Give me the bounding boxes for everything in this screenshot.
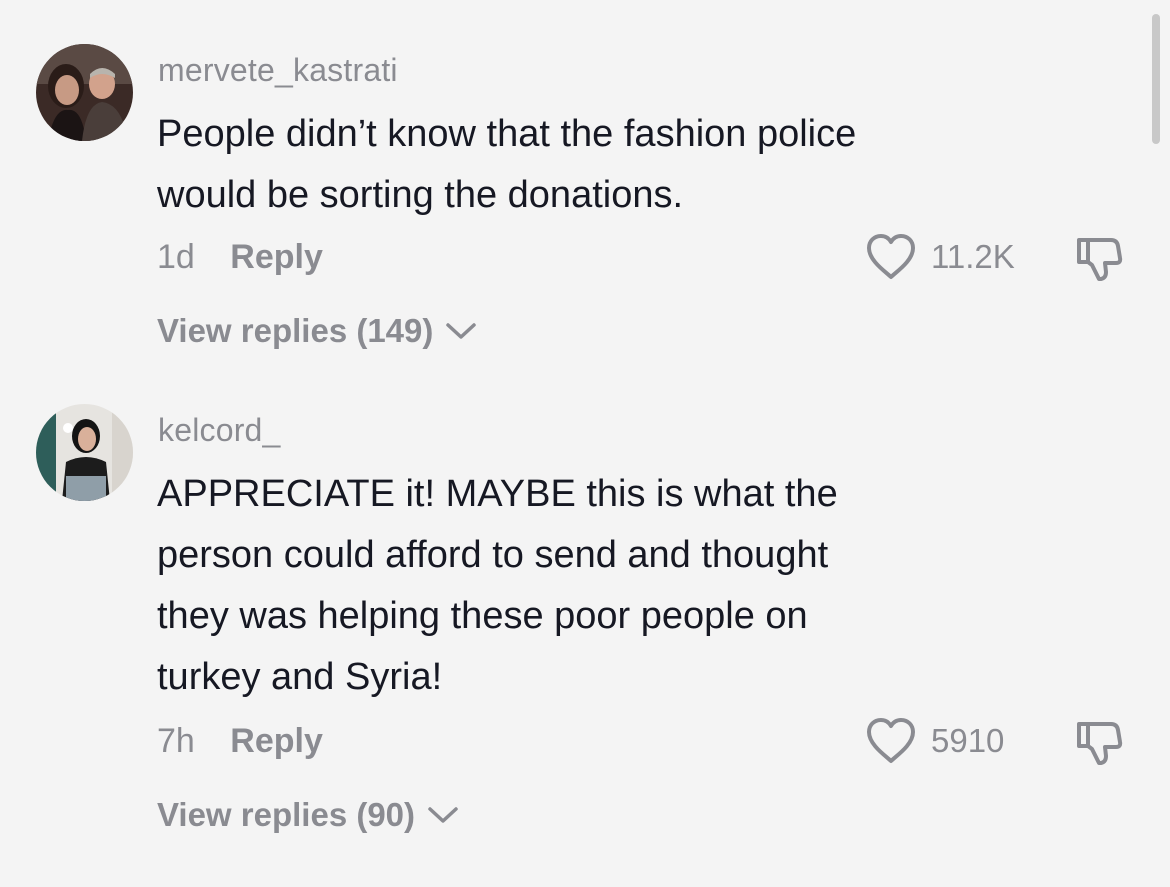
chevron-down-icon xyxy=(428,807,458,823)
chevron-down-icon xyxy=(446,323,477,339)
thumbs-down-outline-icon xyxy=(1077,238,1123,281)
dislike-button[interactable] xyxy=(1073,716,1125,768)
comment-text: APPRECIATE it! MAYBE this is what the pe… xyxy=(157,464,1017,708)
comment-meta: 7h Reply xyxy=(157,722,323,761)
avatar[interactable] xyxy=(36,44,133,141)
like-count: 5910 xyxy=(931,722,1005,759)
like-button[interactable]: 11.2K xyxy=(864,232,1015,282)
like-button[interactable]: 5910 xyxy=(864,716,1004,766)
avatar-photo xyxy=(36,44,133,141)
comment-text-line: would be sorting the donations. xyxy=(157,174,684,216)
view-replies-label: View replies (149) xyxy=(157,312,434,349)
thumbs-down-outline-icon xyxy=(1077,722,1123,765)
comment-age: 7h xyxy=(157,722,195,760)
heart-outline-icon xyxy=(867,234,915,279)
comment-text-line: they was helping these poor people on xyxy=(157,595,808,637)
comment-list: mervete_kastrati People didn’t know that… xyxy=(0,0,1170,887)
comment-username[interactable]: mervete_kastrati xyxy=(158,52,398,89)
dislike-button[interactable] xyxy=(1073,232,1125,284)
comment-username[interactable]: kelcord_ xyxy=(158,412,281,449)
comment-text-line: turkey and Syria! xyxy=(157,656,443,698)
reply-button[interactable]: Reply xyxy=(230,722,323,760)
reply-button[interactable]: Reply xyxy=(230,238,323,276)
like-count: 11.2K xyxy=(931,238,1015,275)
comment-text-line: People didn’t know that the fashion poli… xyxy=(157,113,857,155)
comment-text-line: APPRECIATE it! MAYBE this is what the xyxy=(157,473,838,515)
comment-text-line: person could afford to send and thought xyxy=(157,534,829,576)
comment-age: 1d xyxy=(157,238,195,276)
view-replies-label: View replies (90) xyxy=(157,796,416,833)
heart-outline-icon xyxy=(867,718,915,763)
view-replies-button[interactable]: View replies (90) xyxy=(157,796,461,834)
scrollbar-thumb[interactable] xyxy=(1152,14,1160,144)
comment-text: People didn’t know that the fashion poli… xyxy=(157,104,1017,226)
view-replies-button[interactable]: View replies (149) xyxy=(157,312,479,350)
avatar[interactable] xyxy=(36,404,133,501)
comment-meta: 1d Reply xyxy=(157,238,323,277)
avatar-photo xyxy=(36,404,133,501)
